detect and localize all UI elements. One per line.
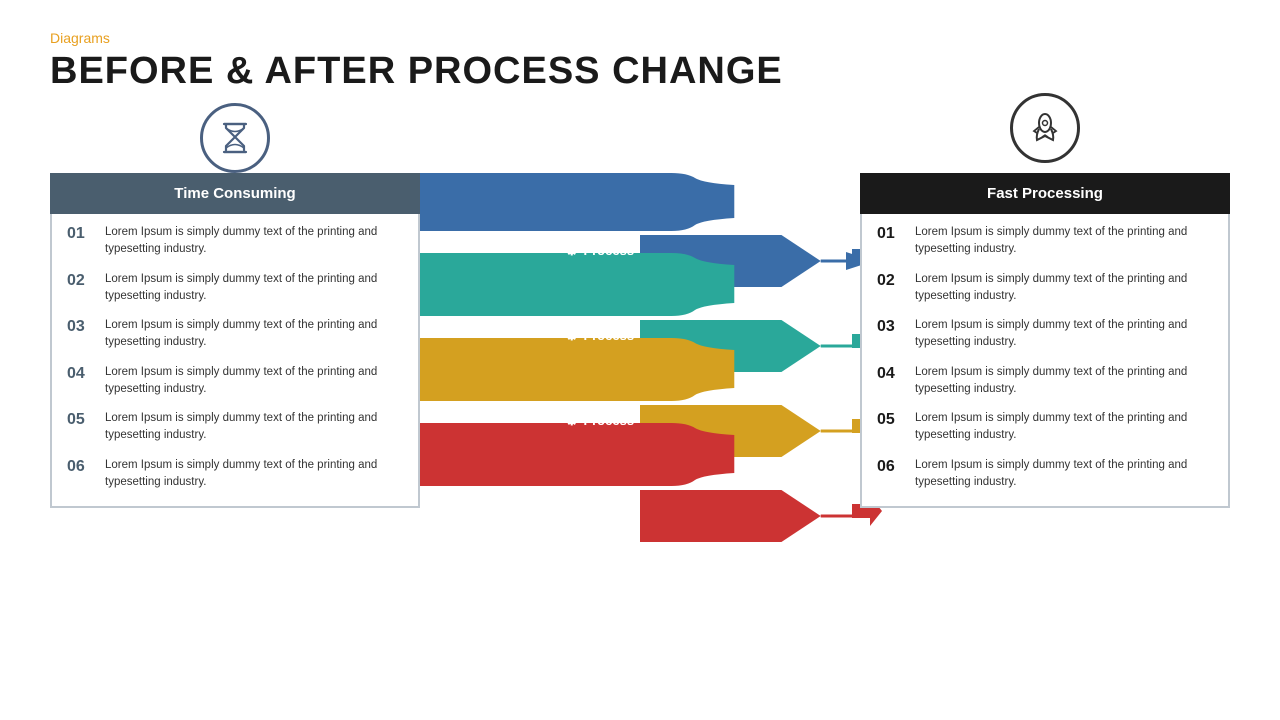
right-item-text: Lorem Ipsum is simply dummy text of the … [915,224,1213,259]
left-list-item: 02 Lorem Ipsum is simply dummy text of t… [67,271,403,306]
left-panel: Time Consuming 01 Lorem Ipsum is simply … [50,173,420,508]
left-item-number: 06 [67,457,95,476]
left-item-text: Lorem Ipsum is simply dummy text of the … [105,364,403,399]
right-panel-body: 01 Lorem Ipsum is simply dummy text of t… [860,214,1230,508]
right-item-number: 01 [877,224,905,243]
bands-wrapper: ⚙ Process ⚙ Process ⚙ Process ⚙ Process [420,173,860,573]
right-item-text: Lorem Ipsum is simply dummy text of the … [915,410,1213,445]
right-item-number: 03 [877,317,905,336]
left-item-number: 02 [67,271,95,290]
page-wrapper: Diagrams BEFORE & AFTER PROCESS CHANGE T… [0,0,1280,720]
left-item-number: 01 [67,224,95,243]
left-item-number: 03 [67,317,95,336]
right-item-text: Lorem Ipsum is simply dummy text of the … [915,364,1213,399]
left-panel-header: Time Consuming [50,173,420,214]
category-label: Diagrams [50,30,1230,46]
right-item-number: 02 [877,271,905,290]
right-list-item: 05 Lorem Ipsum is simply dummy text of t… [877,410,1213,445]
left-panel-body: 01 Lorem Ipsum is simply dummy text of t… [50,214,420,508]
left-item-text: Lorem Ipsum is simply dummy text of the … [105,224,403,259]
right-panel-header: Fast Processing [860,173,1230,214]
left-item-text: Lorem Ipsum is simply dummy text of the … [105,271,403,306]
left-item-text: Lorem Ipsum is simply dummy text of the … [105,317,403,352]
left-list-item: 03 Lorem Ipsum is simply dummy text of t… [67,317,403,352]
right-item-text: Lorem Ipsum is simply dummy text of the … [915,457,1213,492]
right-item-number: 04 [877,364,905,383]
left-list-item: 06 Lorem Ipsum is simply dummy text of t… [67,457,403,492]
left-list-item: 01 Lorem Ipsum is simply dummy text of t… [67,224,403,259]
right-item-text: Lorem Ipsum is simply dummy text of the … [915,317,1213,352]
center-visual: ⚙ Process ⚙ Process ⚙ Process ⚙ Process [420,113,860,573]
right-list-item: 01 Lorem Ipsum is simply dummy text of t… [877,224,1213,259]
hourglass-icon [200,103,270,173]
left-list-item: 04 Lorem Ipsum is simply dummy text of t… [67,364,403,399]
right-panel: Fast Processing 01 Lorem Ipsum is simply… [860,173,1230,508]
left-item-text: Lorem Ipsum is simply dummy text of the … [105,410,403,445]
content-area: Time Consuming 01 Lorem Ipsum is simply … [50,113,1230,573]
right-list-item: 06 Lorem Ipsum is simply dummy text of t… [877,457,1213,492]
right-item-text: Lorem Ipsum is simply dummy text of the … [915,271,1213,306]
center-svg [420,173,860,573]
right-item-number: 06 [877,457,905,476]
left-item-text: Lorem Ipsum is simply dummy text of the … [105,457,403,492]
rocket-icon [1010,93,1080,163]
right-list-item: 02 Lorem Ipsum is simply dummy text of t… [877,271,1213,306]
left-list-item: 05 Lorem Ipsum is simply dummy text of t… [67,410,403,445]
right-list-item: 04 Lorem Ipsum is simply dummy text of t… [877,364,1213,399]
right-item-number: 05 [877,410,905,429]
left-item-number: 05 [67,410,95,429]
left-item-number: 04 [67,364,95,383]
right-list-item: 03 Lorem Ipsum is simply dummy text of t… [877,317,1213,352]
main-title: BEFORE & AFTER PROCESS CHANGE [50,50,1230,93]
